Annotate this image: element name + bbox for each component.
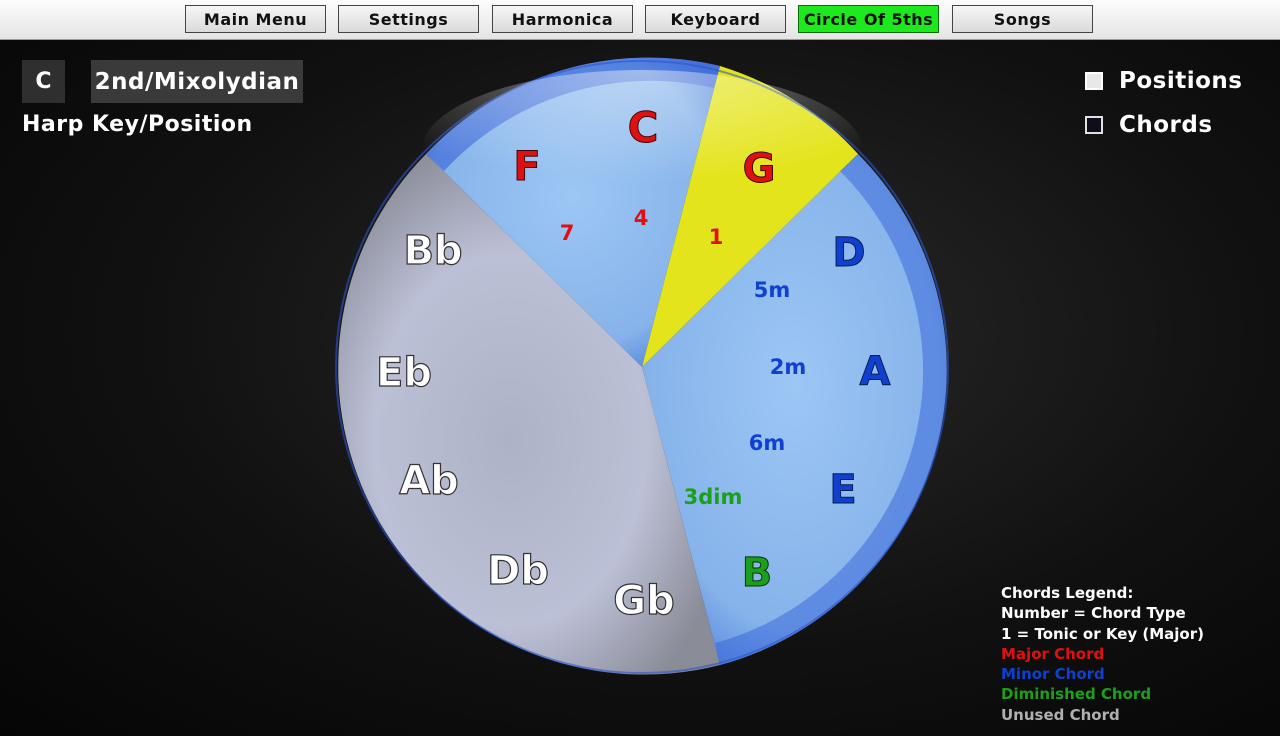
chords-legend: Chords Legend: Number = Chord Type 1 = T…	[1001, 583, 1204, 725]
degree-7: 7	[560, 221, 575, 245]
note-e[interactable]: E	[829, 467, 857, 514]
legend-line-chord-type: Number = Chord Type	[1001, 604, 1186, 623]
note-b[interactable]: B	[741, 550, 773, 597]
degree-3dim: 3dim	[684, 485, 743, 509]
note-bb[interactable]: Bb	[403, 227, 463, 274]
degree-5m: 5m	[754, 278, 791, 302]
note-ab[interactable]: Ab	[399, 457, 460, 504]
legend-diminished: Diminished Chord	[1001, 685, 1152, 704]
degree-2m: 2m	[770, 355, 807, 379]
legend-unused: Unused Chord	[1001, 705, 1120, 724]
legend-line-tonic: 1 = Tonic or Key (Major)	[1001, 624, 1204, 643]
legend-title: Chords Legend:	[1001, 584, 1134, 602]
note-eb[interactable]: Eb	[375, 349, 432, 396]
legend-major: Major Chord	[1001, 644, 1105, 663]
note-gb[interactable]: Gb	[613, 577, 676, 624]
degree-6m: 6m	[749, 431, 786, 455]
legend-minor: Minor Chord	[1001, 665, 1105, 684]
degree-4: 4	[634, 206, 649, 230]
note-f[interactable]: F	[513, 144, 541, 191]
note-c[interactable]: C	[627, 103, 659, 153]
degree-1: 1	[709, 225, 724, 249]
note-d[interactable]: D	[832, 230, 866, 277]
note-db[interactable]: Db	[486, 547, 549, 594]
note-a[interactable]: A	[859, 349, 891, 396]
note-g[interactable]: G	[742, 146, 776, 193]
